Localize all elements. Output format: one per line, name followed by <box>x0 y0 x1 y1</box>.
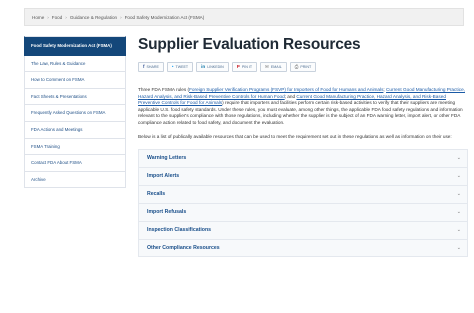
breadcrumb-current: Food Safety Modernization Act (FSMA) <box>124 14 205 20</box>
share-label: TWEET <box>175 65 189 69</box>
accordion-import-refusals[interactable]: Import Refusals ⌄ <box>138 202 468 221</box>
intro-text: Three FDA FSMA rules ( <box>138 87 190 92</box>
pinterest-icon: P <box>236 63 240 69</box>
sidebar-item-fact-sheets[interactable]: Fact Sheets & Presentations <box>24 88 126 106</box>
chevron-down-icon: ⌄ <box>456 155 461 161</box>
fsvp-link[interactable]: Foreign Supplier Verification Programs (… <box>189 87 383 92</box>
intro-paragraph: Three FDA FSMA rules (Foreign Supplier V… <box>138 87 468 126</box>
accordion-label: Import Alerts <box>147 173 180 179</box>
sidebar-item-training[interactable]: FSMA Training <box>24 138 126 156</box>
share-twitter-button[interactable]: • TWEET <box>166 62 194 72</box>
email-icon: ✉ <box>265 63 269 69</box>
linkedin-icon: in <box>201 63 206 69</box>
chevron-down-icon: ⌄ <box>456 173 461 179</box>
accordion-warning-letters[interactable]: Warning Letters ⌄ <box>138 148 468 167</box>
share-label: PIN IT <box>241 65 253 69</box>
accordion-label: Import Refusals <box>147 209 187 215</box>
chevron-down-icon: ⌄ <box>456 244 461 251</box>
share-label: EMAIL <box>270 65 282 69</box>
sidebar-item-contact[interactable]: Contact FDA About FSMA <box>24 155 126 172</box>
share-pinterest-button[interactable]: P PIN IT <box>231 62 258 72</box>
breadcrumb-guidance[interactable]: Guidance & Regulation <box>70 15 117 20</box>
accordion-other-compliance[interactable]: Other Compliance Resources ⌄ <box>138 238 468 257</box>
sidebar-item-how-to-comment[interactable]: How to Comment on FSMA <box>24 72 126 89</box>
chevron-down-icon: ⌄ <box>456 191 461 197</box>
breadcrumb-food[interactable]: Food <box>52 15 62 20</box>
chevron-down-icon: ⌄ <box>456 227 461 233</box>
breadcrumb-home[interactable]: Home <box>32 15 44 20</box>
twitter-icon: • <box>171 63 174 69</box>
facebook-icon: f <box>143 63 145 69</box>
print-button[interactable]: ⎙ PRINT <box>289 62 317 72</box>
sidebar-item-fsma[interactable]: Food Safety Modernization Act (FSMA) <box>24 36 126 56</box>
share-linkedin-button[interactable]: in LINKEDIN <box>196 62 229 72</box>
breadcrumb-separator: › <box>65 14 67 20</box>
share-label: SHARE <box>146 65 159 69</box>
accordion-recalls[interactable]: Recalls ⌄ <box>138 184 468 203</box>
resources-accordion: Warning Letters ⌄ Import Alerts ⌄ Recall… <box>138 148 468 257</box>
share-facebook-button[interactable]: f SHARE <box>138 62 164 72</box>
sidebar-item-law-rules[interactable]: The Law, Rules & Guidance <box>24 55 126 73</box>
share-label: LINKEDIN <box>207 65 224 69</box>
breadcrumb-separator: › <box>47 14 49 20</box>
accordion-import-alerts[interactable]: Import Alerts ⌄ <box>138 166 468 185</box>
accordion-label: Other Compliance Resources <box>147 244 220 251</box>
chevron-down-icon: ⌄ <box>456 209 461 215</box>
share-toolbar: f SHARE • TWEET in LINKEDIN P PIN IT ✉ E… <box>138 62 468 72</box>
accordion-label: Recalls <box>147 191 166 197</box>
accordion-label: Inspection Classifications <box>147 227 211 233</box>
sidebar-nav: Food Safety Modernization Act (FSMA) The… <box>24 36 126 189</box>
print-icon: ⎙ <box>294 63 299 69</box>
sidebar-item-actions-meetings[interactable]: FDA Actions and Meetings <box>24 121 126 139</box>
accordion-inspection-classifications[interactable]: Inspection Classifications ⌄ <box>138 220 468 239</box>
intro-text: ; and <box>284 93 297 99</box>
breadcrumb: Home › Food › Guidance & Regulation › Fo… <box>24 8 464 26</box>
main-content: Supplier Evaluation Resources f SHARE • … <box>138 36 468 257</box>
share-email-button[interactable]: ✉ EMAIL <box>260 62 287 72</box>
breadcrumb-separator: › <box>120 14 122 20</box>
resources-intro: Below is a list of publically available … <box>138 134 452 139</box>
page-title: Supplier Evaluation Resources <box>138 36 361 53</box>
sidebar-item-faq[interactable]: Frequently Asked Questions on FSMA <box>24 105 126 122</box>
sidebar-item-archive[interactable]: Archive <box>24 171 126 189</box>
accordion-label: Warning Letters <box>147 155 187 161</box>
share-label: PRINT <box>300 65 312 69</box>
